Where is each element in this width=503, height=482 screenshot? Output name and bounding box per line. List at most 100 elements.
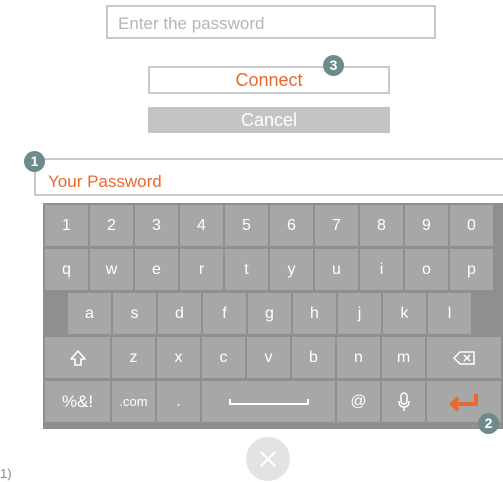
shift-key[interactable] xyxy=(45,337,110,378)
key-label: z xyxy=(129,348,138,366)
key-label: a xyxy=(85,304,94,322)
key-7[interactable]: 7 xyxy=(315,205,358,246)
key-label: 2 xyxy=(107,216,116,234)
key-v[interactable]: v xyxy=(247,337,290,378)
key-y[interactable]: y xyxy=(270,249,313,290)
key-j[interactable]: j xyxy=(338,293,381,334)
key-label: c xyxy=(219,348,228,366)
connect-label: Connect xyxy=(235,70,303,90)
key-46com[interactable]: .com xyxy=(112,381,155,422)
microphone-key[interactable] xyxy=(382,381,425,422)
key-label: w xyxy=(105,260,118,278)
key-x[interactable]: x xyxy=(157,337,200,378)
key-o[interactable]: o xyxy=(405,249,448,290)
key-label: y xyxy=(287,260,296,278)
key-6[interactable]: 6 xyxy=(270,205,313,246)
key-label: p xyxy=(467,260,476,278)
key-label: 3 xyxy=(152,216,161,234)
key-label: u xyxy=(332,260,341,278)
enter-icon xyxy=(449,392,479,412)
key-label: 8 xyxy=(377,216,386,234)
key-label: f xyxy=(222,304,227,322)
key-label: s xyxy=(130,304,139,322)
key-k[interactable]: k xyxy=(383,293,426,334)
key-9[interactable]: 9 xyxy=(405,205,448,246)
cancel-button[interactable]: Cancel xyxy=(148,107,390,133)
key-label: 1 xyxy=(62,216,71,234)
cancel-label: Cancel xyxy=(240,110,298,130)
key-p[interactable]: p xyxy=(450,249,493,290)
close-icon xyxy=(260,451,276,467)
space-key[interactable] xyxy=(202,381,335,422)
key-label: @ xyxy=(350,392,367,410)
close-button[interactable] xyxy=(246,437,290,481)
badge-1: 1 xyxy=(24,151,45,172)
key-label: 7 xyxy=(332,216,341,234)
key-label: 4 xyxy=(197,216,206,234)
backspace-key[interactable] xyxy=(427,337,501,378)
key-i[interactable]: i xyxy=(360,249,403,290)
password-input[interactable]: Enter the password xyxy=(106,5,436,39)
key-m[interactable]: m xyxy=(382,337,425,378)
key-label: q xyxy=(62,260,71,278)
key-label: g xyxy=(265,304,274,322)
key-g[interactable]: g xyxy=(248,293,291,334)
key-r[interactable]: r xyxy=(180,249,223,290)
key-4[interactable]: 4 xyxy=(180,205,223,246)
key-46[interactable]: . xyxy=(157,381,200,422)
key-2[interactable]: 2 xyxy=(90,205,133,246)
key-c[interactable]: c xyxy=(202,337,245,378)
key-s[interactable]: s xyxy=(113,293,156,334)
key-1[interactable]: 1 xyxy=(45,205,88,246)
key-a[interactable]: a xyxy=(68,293,111,334)
key-label: . xyxy=(176,392,181,410)
key-0[interactable]: 0 xyxy=(450,205,493,246)
key-label: 5 xyxy=(242,216,251,234)
badge-2: 2 xyxy=(478,413,499,434)
on-screen-keyboard: 1 2 3 4 5 6 7 8 9 0 q w e r t y u i o p a s d f g h j k l z x c v b n m %&!.… xyxy=(43,203,503,429)
key-373833[interactable]: %&! xyxy=(45,381,110,422)
key-8[interactable]: 8 xyxy=(360,205,403,246)
key-q[interactable]: q xyxy=(45,249,88,290)
space-bar-icon xyxy=(228,398,309,405)
mic-icon xyxy=(397,391,411,412)
password-placeholder: Enter the password xyxy=(118,14,265,33)
key-3[interactable]: 3 xyxy=(135,205,178,246)
key-label: l xyxy=(447,304,452,322)
key-label: .com xyxy=(119,394,148,409)
key-d[interactable]: d xyxy=(158,293,201,334)
key-n[interactable]: n xyxy=(337,337,380,378)
key-label: i xyxy=(379,260,384,278)
key-label: v xyxy=(264,348,273,366)
key-label: r xyxy=(198,260,205,278)
badge-3: 3 xyxy=(323,55,344,76)
key-label: n xyxy=(354,348,363,366)
key-label: 9 xyxy=(422,216,431,234)
key-h[interactable]: h xyxy=(293,293,336,334)
key-64[interactable]: @ xyxy=(337,381,380,422)
key-label: 6 xyxy=(287,216,296,234)
key-l[interactable]: l xyxy=(428,293,471,334)
key-label: b xyxy=(309,348,318,366)
key-b[interactable]: b xyxy=(292,337,335,378)
key-label: x xyxy=(174,348,183,366)
key-label: o xyxy=(422,260,431,278)
keyboard-title: Your Password xyxy=(48,172,162,191)
key-t[interactable]: t xyxy=(225,249,268,290)
key-label: d xyxy=(175,304,184,322)
footnote: 1) xyxy=(0,466,12,481)
key-label: t xyxy=(244,260,249,278)
key-u[interactable]: u xyxy=(315,249,358,290)
key-label: e xyxy=(152,260,161,278)
key-label: %&! xyxy=(61,391,94,411)
key-f[interactable]: f xyxy=(203,293,246,334)
connect-button[interactable]: Connect xyxy=(148,66,390,94)
key-label: j xyxy=(357,304,362,322)
key-z[interactable]: z xyxy=(112,337,155,378)
key-label: h xyxy=(310,304,319,322)
key-5[interactable]: 5 xyxy=(225,205,268,246)
key-e[interactable]: e xyxy=(135,249,178,290)
key-w[interactable]: w xyxy=(90,249,133,290)
shift-icon xyxy=(69,349,87,367)
key-label: m xyxy=(396,348,411,366)
